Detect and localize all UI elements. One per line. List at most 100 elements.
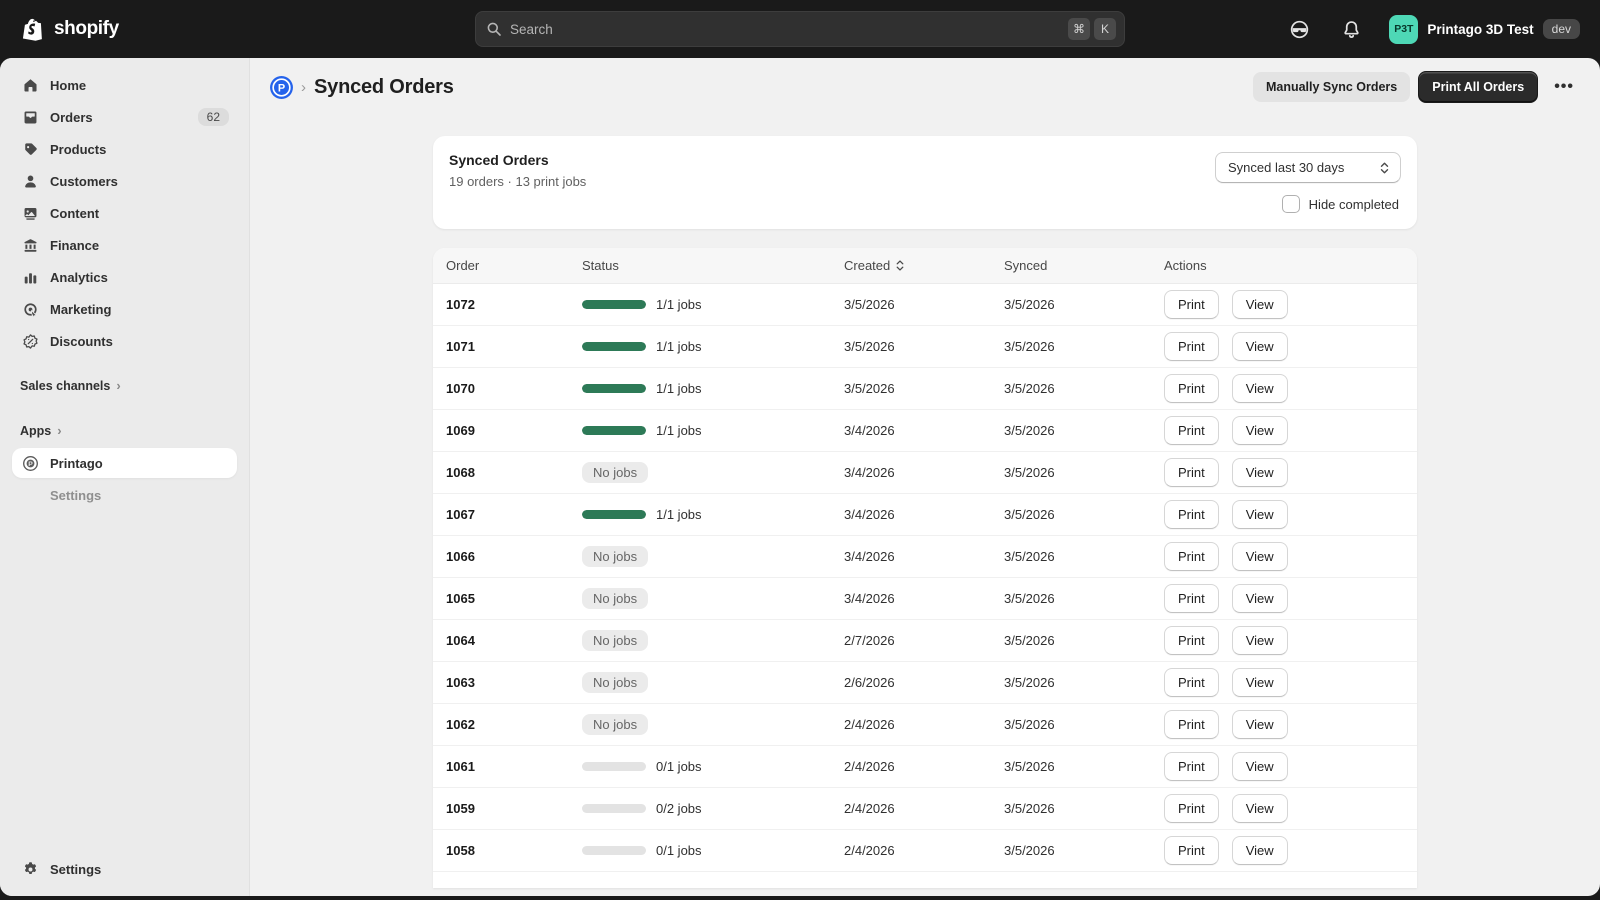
more-actions-button[interactable]: •••	[1546, 72, 1582, 102]
view-button[interactable]: View	[1232, 584, 1288, 613]
chevron-right-icon: ›	[57, 423, 61, 438]
print-button[interactable]: Print	[1164, 752, 1219, 781]
view-button[interactable]: View	[1232, 542, 1288, 571]
view-button[interactable]: View	[1232, 332, 1288, 361]
synced-date: 3/5/2026	[1004, 507, 1055, 522]
sidebar-item-label: Home	[50, 78, 86, 93]
print-button[interactable]: Print	[1164, 332, 1219, 361]
sidebar-item-label: Finance	[50, 238, 99, 253]
column-header-status: Status	[569, 258, 831, 273]
sidebar-item-discounts[interactable]: Discounts	[12, 326, 237, 356]
table-row: 10691/1 jobs3/4/20263/5/2026PrintView	[433, 410, 1417, 452]
status-label: 1/1 jobs	[656, 297, 702, 312]
created-date: 3/4/2026	[844, 423, 895, 438]
search-placeholder: Search	[510, 22, 553, 37]
sidebar-item-label: Orders	[50, 110, 93, 125]
table-row: 10671/1 jobs3/4/20263/5/2026PrintView	[433, 494, 1417, 536]
view-button[interactable]: View	[1232, 500, 1288, 529]
sidebar-item-customers[interactable]: Customers	[12, 166, 237, 196]
search-icon	[486, 21, 502, 37]
home-icon	[20, 75, 40, 95]
print-button[interactable]: Print	[1164, 542, 1219, 571]
k-key-badge: K	[1094, 18, 1116, 40]
date-range-select[interactable]: Synced last 30 days	[1215, 152, 1401, 183]
customers-icon	[20, 171, 40, 191]
print-button[interactable]: Print	[1164, 458, 1219, 487]
status-label: 1/1 jobs	[656, 423, 702, 438]
store-menu[interactable]: P3T Printago 3D Test dev	[1389, 15, 1580, 44]
sidebar-item-settings[interactable]: Settings	[12, 854, 237, 884]
sales-channels-toggle[interactable]: Sales channels ›	[12, 378, 237, 393]
print-button[interactable]: Print	[1164, 584, 1219, 613]
sidebar-item-marketing[interactable]: Marketing	[12, 294, 237, 324]
print-button[interactable]: Print	[1164, 668, 1219, 697]
print-button[interactable]: Print	[1164, 626, 1219, 655]
synced-date: 3/5/2026	[1004, 675, 1055, 690]
table-row: 10580/1 jobs2/4/20263/5/2026PrintView	[433, 830, 1417, 872]
view-button[interactable]: View	[1232, 626, 1288, 655]
print-button[interactable]: Print	[1164, 374, 1219, 403]
sales-channels-label: Sales channels	[20, 379, 110, 393]
view-button[interactable]: View	[1232, 458, 1288, 487]
topbar: shopify Search ⌘ K P3T Printago 3D Test	[0, 0, 1600, 58]
created-date: 2/4/2026	[844, 801, 895, 816]
sidebar-item-content[interactable]: Content	[12, 198, 237, 228]
column-header-created[interactable]: Created	[831, 258, 991, 273]
view-button[interactable]: View	[1232, 416, 1288, 445]
sidebar-item-products[interactable]: Products	[12, 134, 237, 164]
order-number: 1069	[446, 423, 475, 438]
view-button[interactable]: View	[1232, 374, 1288, 403]
notifications-bell-icon[interactable]	[1335, 13, 1367, 45]
sidebar-item-finance[interactable]: Finance	[12, 230, 237, 260]
hide-completed-checkbox[interactable]	[1282, 195, 1300, 213]
printago-breadcrumb-icon[interactable]: P	[269, 75, 294, 100]
printago-app-icon: P	[20, 453, 40, 473]
sidebar-item-printago[interactable]: P Printago	[12, 448, 237, 478]
print-button[interactable]: Print	[1164, 500, 1219, 529]
store-name: Printago 3D Test	[1427, 22, 1533, 37]
main-content: P › Synced Orders Manually Sync Orders P…	[250, 58, 1600, 896]
hide-completed-control[interactable]: Hide completed	[1282, 195, 1401, 213]
page-title: Synced Orders	[314, 76, 454, 99]
sidebar-item-printago-settings[interactable]: Settings	[12, 480, 237, 510]
sidebar-item-home[interactable]: Home	[12, 70, 237, 100]
view-button[interactable]: View	[1232, 710, 1288, 739]
hide-completed-label: Hide completed	[1309, 197, 1399, 212]
table-row: 1066No jobs3/4/20263/5/2026PrintView	[433, 536, 1417, 578]
order-number: 1065	[446, 591, 475, 606]
sidebar-item-orders[interactable]: Orders62	[12, 102, 237, 132]
created-date: 2/6/2026	[844, 675, 895, 690]
no-jobs-badge: No jobs	[582, 462, 648, 483]
synced-date: 3/5/2026	[1004, 381, 1055, 396]
status-progress-bar	[582, 804, 646, 813]
view-button[interactable]: View	[1232, 794, 1288, 823]
manually-sync-orders-button[interactable]: Manually Sync Orders	[1253, 72, 1410, 102]
gear-icon	[20, 859, 40, 879]
view-button[interactable]: View	[1232, 752, 1288, 781]
table-row: 1064No jobs2/7/20263/5/2026PrintView	[433, 620, 1417, 662]
synced-date: 3/5/2026	[1004, 843, 1055, 858]
shopify-logo[interactable]: shopify	[20, 16, 119, 43]
view-button[interactable]: View	[1232, 290, 1288, 319]
synced-date: 3/5/2026	[1004, 549, 1055, 564]
print-button[interactable]: Print	[1164, 416, 1219, 445]
status-label: 0/1 jobs	[656, 843, 702, 858]
view-button[interactable]: View	[1232, 668, 1288, 697]
sub-item-label: Settings	[50, 488, 101, 503]
print-button[interactable]: Print	[1164, 710, 1219, 739]
print-button[interactable]: Print	[1164, 794, 1219, 823]
order-number: 1058	[446, 843, 475, 858]
apps-toggle[interactable]: Apps ›	[12, 423, 237, 438]
created-date: 3/4/2026	[844, 549, 895, 564]
order-number: 1068	[446, 465, 475, 480]
table-row: 1068No jobs3/4/20263/5/2026PrintView	[433, 452, 1417, 494]
view-button[interactable]: View	[1232, 836, 1288, 865]
assistant-icon[interactable]	[1283, 13, 1315, 45]
search-input[interactable]: Search ⌘ K	[475, 11, 1125, 47]
print-all-orders-button[interactable]: Print All Orders	[1418, 71, 1538, 103]
analytics-icon	[20, 267, 40, 287]
sidebar-item-analytics[interactable]: Analytics	[12, 262, 237, 292]
print-button[interactable]: Print	[1164, 836, 1219, 865]
sidebar-item-label: Discounts	[50, 334, 113, 349]
print-button[interactable]: Print	[1164, 290, 1219, 319]
